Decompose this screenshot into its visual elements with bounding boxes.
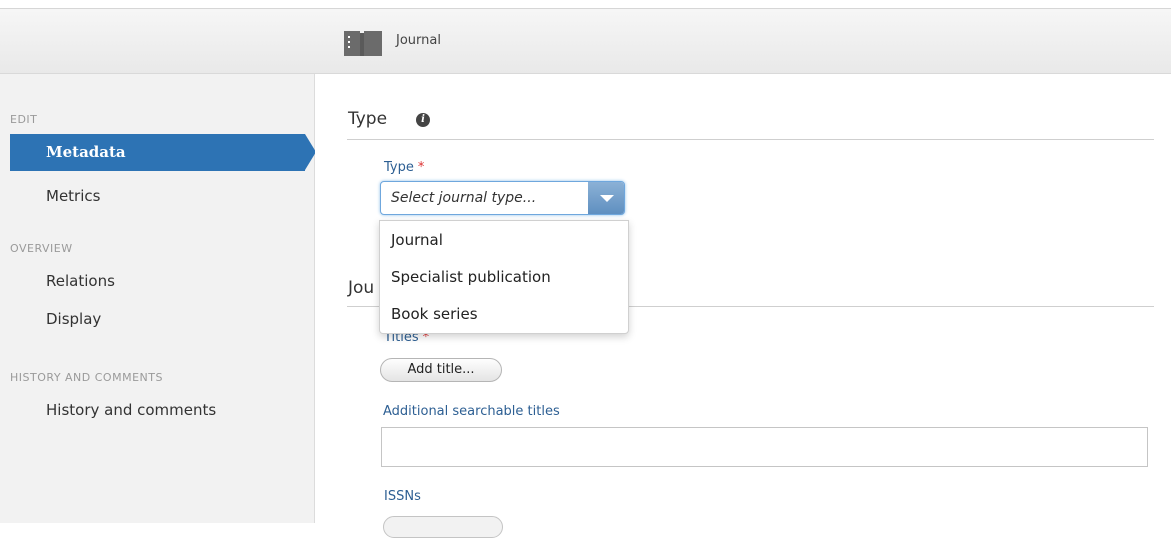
sidebar-item-metrics[interactable]: Metrics (46, 187, 100, 205)
info-icon[interactable]: i (416, 113, 430, 127)
sidebar-heading-overview: OVERVIEW (10, 242, 73, 255)
page-header: Journal (0, 9, 1171, 74)
dropdown-option-specialist-publication[interactable]: Specialist publication (391, 268, 551, 286)
journal-book-icon (344, 31, 382, 56)
dropdown-option-journal[interactable]: Journal (391, 231, 443, 249)
required-marker: * (417, 160, 425, 175)
chevron-down-icon (600, 195, 614, 202)
additional-titles-input[interactable] (381, 427, 1148, 467)
dropdown-option-book-series[interactable]: Book series (391, 305, 478, 323)
additional-titles-label: Additional searchable titles (383, 404, 560, 419)
page-title: Journal (396, 33, 441, 48)
top-border (0, 0, 1171, 9)
select-toggle-button[interactable] (588, 182, 624, 214)
add-title-button[interactable]: Add title... (380, 358, 502, 382)
select-placeholder: Select journal type... (391, 190, 537, 206)
sidebar-item-label: Metadata (46, 143, 126, 161)
sidebar-item-display[interactable]: Display (46, 310, 101, 328)
type-field-label: Type * (384, 160, 425, 175)
journal-type-dropdown: Journal Specialist publication Book seri… (379, 220, 629, 334)
issns-label: ISSNs (384, 489, 421, 504)
section-divider (347, 139, 1154, 140)
sidebar-item-metadata[interactable]: Metadata (10, 134, 305, 171)
journal-type-select[interactable]: Select journal type... (380, 181, 625, 215)
sidebar-item-relations[interactable]: Relations (46, 272, 115, 290)
add-issn-button[interactable] (383, 516, 503, 538)
section-title-type: Type (348, 109, 388, 129)
section-title-journal: Jou (348, 278, 375, 298)
sidebar-heading-edit: EDIT (10, 113, 38, 126)
sidebar-heading-history: HISTORY AND COMMENTS (10, 371, 163, 384)
sidebar-item-history[interactable]: History and comments (46, 401, 216, 419)
